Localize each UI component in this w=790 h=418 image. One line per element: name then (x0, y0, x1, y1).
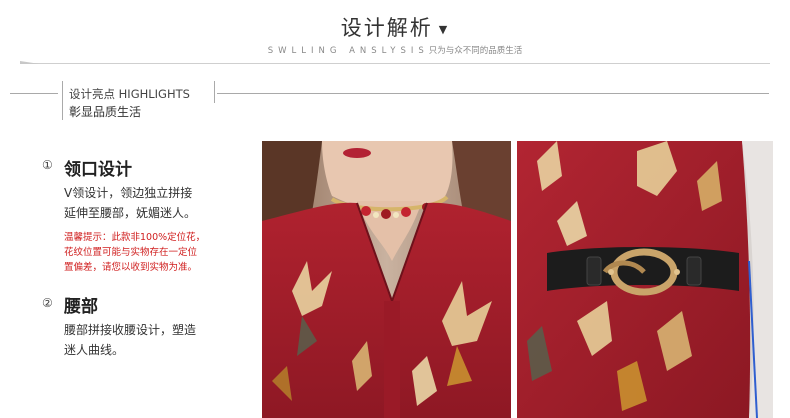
highlights-bracket-left (62, 81, 63, 120)
description-line: 延伸至腰部，妩媚迷人。 (64, 206, 197, 220)
highlights-bracket-right (214, 81, 215, 103)
section-title-text: 设计解析 (340, 16, 433, 40)
section-subtitle: SWLLING ANSLYSIS只为与众不同的品质生活 (0, 44, 790, 56)
header-divider (20, 63, 770, 64)
highlights-divider-left (10, 93, 58, 94)
feature-description-neckline: V领设计，领边独立拼接 延伸至腰部，妩媚迷人。 (64, 183, 244, 223)
feature-number-2: ② (42, 296, 53, 310)
highlights-title: 设计亮点 HIGHLIGHTS (69, 87, 190, 101)
feature-title-waist: 腰部 (64, 297, 98, 317)
feature-description-waist: 腰部拼接收腰设计，塑造 迷人曲线。 (64, 320, 244, 360)
subtitle-english: SWLLING ANSLYSIS (267, 46, 429, 56)
section-title: 设计解析 ▼ (0, 12, 790, 42)
triangle-down-icon: ▼ (438, 23, 450, 36)
feature-number-1: ① (42, 158, 53, 172)
print-position-notice: 温馨提示：此款非100%定位花， 花纹位置可能与实物存在一定位 置偏差，请您以收… (64, 230, 244, 275)
feature-title-neckline: 领口设计 (64, 160, 132, 180)
subtitle-chinese: 只为与众不同的品质生活 (428, 46, 523, 56)
neckline-closeup-photo (262, 141, 511, 418)
header-divider-accent (20, 61, 40, 64)
description-line: 迷人曲线。 (64, 343, 125, 357)
description-line: 腰部拼接收腰设计，塑造 (64, 323, 197, 337)
notice-line: 置偏差，请您以收到实物为准。 (64, 262, 198, 273)
highlights-subtitle: 彰显品质生活 (69, 105, 142, 119)
description-line: V领设计，领边独立拼接 (64, 186, 193, 200)
highlights-divider-right (217, 93, 769, 94)
waist-belt-closeup-photo (517, 141, 773, 418)
notice-line: 温馨提示：此款非100%定位花， (64, 232, 206, 243)
notice-line: 花纹位置可能与实物存在一定位 (64, 247, 198, 258)
